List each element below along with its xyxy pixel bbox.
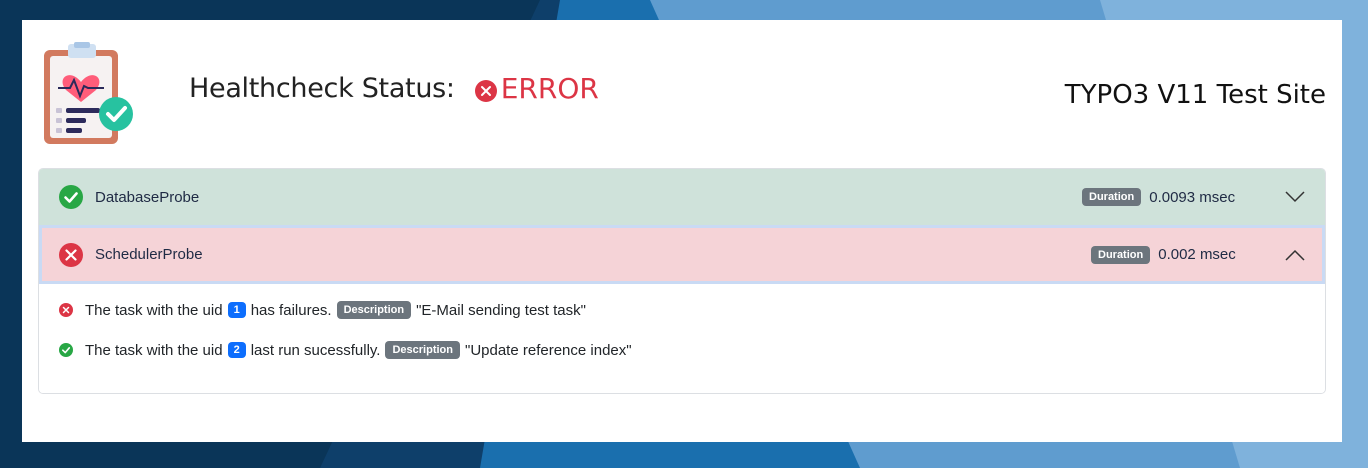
- description-value: "Update reference index": [465, 341, 632, 359]
- site-name: TYPO3 V11 Test Site: [1064, 80, 1326, 110]
- duration-value: 0.002 msec: [1158, 246, 1236, 263]
- duration-badge: Duration: [1091, 245, 1151, 264]
- probe-header-database[interactable]: DatabaseProbe Duration 0.0093 msec: [39, 169, 1325, 225]
- x-circle-icon: [59, 303, 73, 317]
- description-value: "E-Mail sending test task": [416, 301, 586, 319]
- probe-header-scheduler[interactable]: SchedulerProbe Duration 0.002 msec: [39, 225, 1325, 284]
- header: Healthcheck Status: ERROR TYPO3 V11 Test…: [22, 20, 1342, 168]
- status-value: ERROR: [500, 72, 599, 105]
- detail-suffix: has failures.: [250, 301, 332, 319]
- list-item: The task with the uid 1 has failures. De…: [59, 301, 586, 319]
- chevron-down-icon[interactable]: [1285, 191, 1305, 203]
- duration-value: 0.0093 msec: [1149, 188, 1236, 206]
- status-label: Healthcheck Status:: [189, 73, 455, 104]
- probe-name: DatabaseProbe: [95, 188, 200, 206]
- healthcheck-card: Healthcheck Status: ERROR TYPO3 V11 Test…: [22, 20, 1342, 442]
- check-circle-icon: [59, 185, 83, 209]
- probe-duration: Duration 0.002 msec: [1091, 245, 1236, 264]
- uid-badge: 2: [227, 342, 246, 358]
- x-circle-icon: [474, 79, 497, 102]
- chevron-up-icon[interactable]: [1285, 249, 1305, 261]
- description-badge: Description: [336, 301, 412, 319]
- uid-badge: 1: [227, 302, 246, 318]
- probe-duration: Duration 0.0093 msec: [1082, 188, 1235, 206]
- scheduler-details: The task with the uid 1 has failures. De…: [39, 284, 1325, 393]
- clipboard-heart-check-icon: [44, 42, 133, 144]
- detail-suffix: last run sucessfully.: [250, 341, 381, 359]
- list-item: The task with the uid 2 last run sucessf…: [59, 341, 632, 359]
- duration-badge: Duration: [1082, 188, 1142, 206]
- detail-prefix: The task with the uid: [85, 301, 223, 319]
- check-circle-icon: [59, 343, 73, 357]
- healthcheck-status: Healthcheck Status: ERROR: [189, 72, 599, 105]
- description-badge: Description: [385, 341, 460, 359]
- detail-prefix: The task with the uid: [85, 341, 223, 359]
- probe-name: SchedulerProbe: [95, 246, 203, 263]
- x-circle-icon: [59, 242, 83, 267]
- probe-accordion: DatabaseProbe Duration 0.0093 msec Sched…: [38, 168, 1326, 394]
